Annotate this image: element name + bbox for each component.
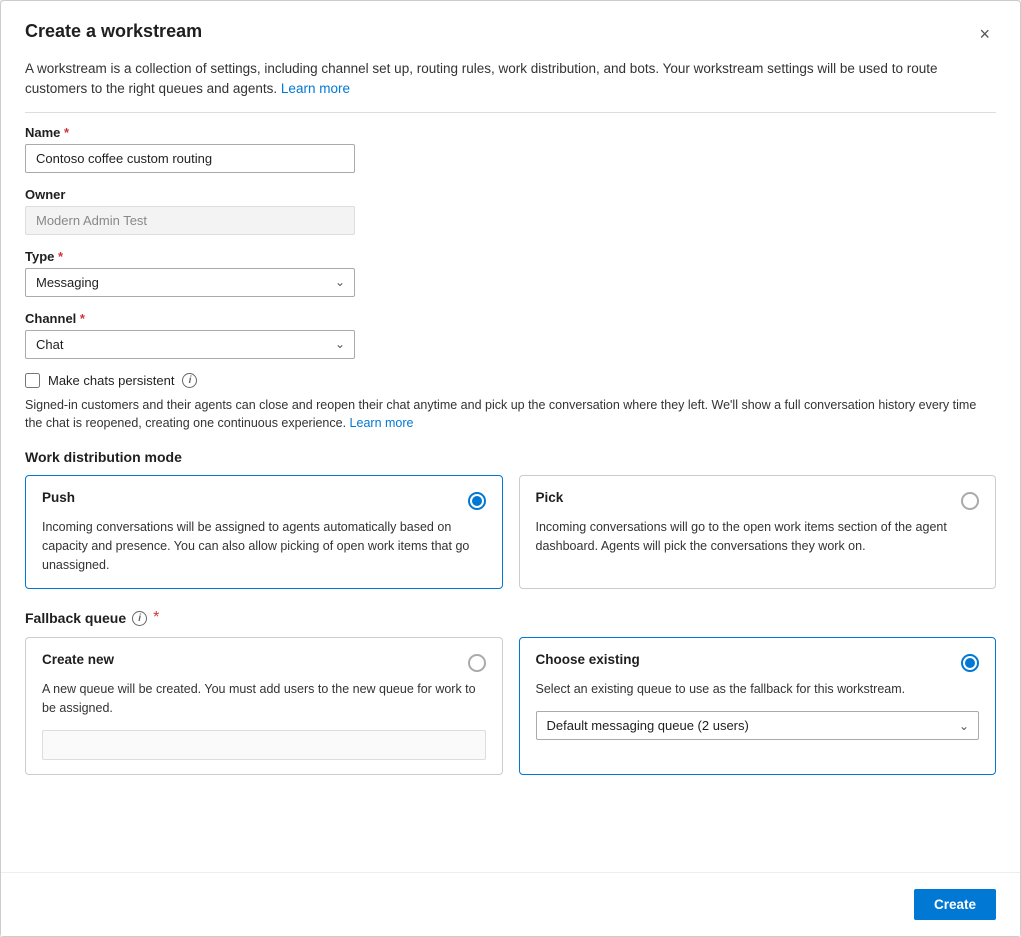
owner-input: Modern Admin Test — [25, 206, 355, 235]
fallback-queue-title: Fallback queue — [25, 610, 126, 626]
create-new-empty-input — [42, 730, 486, 760]
choose-existing-card[interactable]: Choose existing Select an existing queue… — [519, 637, 997, 775]
fallback-label-row: Fallback queue i * — [25, 609, 996, 627]
owner-field-group: Owner Modern Admin Test — [25, 187, 996, 235]
persistent-checkbox-row: Make chats persistent i — [25, 373, 996, 388]
create-new-desc: A new queue will be created. You must ad… — [42, 680, 486, 718]
channel-label: Channel * — [25, 311, 996, 326]
channel-select-wrapper: Chat Email SMS Facebook WhatsApp ⌄ — [25, 330, 355, 359]
queue-select-wrapper: Default messaging queue (2 users) Queue … — [536, 711, 980, 740]
type-select[interactable]: Messaging Voice Digital — [25, 268, 355, 297]
owner-label: Owner — [25, 187, 996, 202]
pick-radio[interactable] — [961, 492, 979, 510]
fallback-cards: Create new A new queue will be created. … — [25, 637, 996, 775]
create-button[interactable]: Create — [914, 889, 996, 920]
create-workstream-dialog: Create a workstream × A workstream is a … — [0, 0, 1021, 937]
dialog-title: Create a workstream — [25, 21, 202, 42]
type-field-group: Type * Messaging Voice Digital ⌄ — [25, 249, 996, 297]
close-button[interactable]: × — [973, 21, 996, 47]
learn-more-link-2[interactable]: Learn more — [350, 416, 414, 430]
queue-select[interactable]: Default messaging queue (2 users) Queue … — [536, 711, 980, 740]
persistent-helper-text: Signed-in customers and their agents can… — [25, 396, 996, 434]
choose-existing-radio[interactable] — [961, 654, 979, 672]
channel-field-group: Channel * Chat Email SMS Facebook WhatsA… — [25, 311, 996, 359]
pick-card[interactable]: Pick Incoming conversations will go to t… — [519, 475, 997, 589]
dialog-footer: Create — [1, 872, 1020, 936]
type-select-wrapper: Messaging Voice Digital ⌄ — [25, 268, 355, 297]
dialog-header: Create a workstream × — [25, 21, 996, 47]
choose-existing-desc: Select an existing queue to use as the f… — [536, 680, 980, 699]
dialog-description: A workstream is a collection of settings… — [25, 59, 996, 100]
choose-existing-card-header: Choose existing — [536, 652, 980, 672]
push-card-title: Push — [42, 490, 75, 505]
fallback-info-icon: i — [132, 611, 147, 626]
pick-card-header: Pick — [536, 490, 980, 510]
persistent-info-icon: i — [182, 373, 197, 388]
channel-select[interactable]: Chat Email SMS Facebook WhatsApp — [25, 330, 355, 359]
create-new-radio[interactable] — [468, 654, 486, 672]
push-card-header: Push — [42, 490, 486, 510]
work-distribution-cards: Push Incoming conversations will be assi… — [25, 475, 996, 589]
push-card-desc: Incoming conversations will be assigned … — [42, 518, 486, 574]
name-field-group: Name * — [25, 125, 996, 173]
create-new-card[interactable]: Create new A new queue will be created. … — [25, 637, 503, 775]
choose-existing-title: Choose existing — [536, 652, 640, 667]
divider-1 — [25, 112, 996, 113]
learn-more-link-1[interactable]: Learn more — [281, 81, 350, 96]
push-radio[interactable] — [468, 492, 486, 510]
create-new-card-header: Create new — [42, 652, 486, 672]
pick-card-title: Pick — [536, 490, 564, 505]
persistent-checkbox[interactable] — [25, 373, 40, 388]
name-label: Name * — [25, 125, 996, 140]
type-label: Type * — [25, 249, 996, 264]
work-distribution-title: Work distribution mode — [25, 449, 996, 465]
name-input[interactable] — [25, 144, 355, 173]
push-card[interactable]: Push Incoming conversations will be assi… — [25, 475, 503, 589]
create-new-title: Create new — [42, 652, 114, 667]
persistent-checkbox-label: Make chats persistent — [48, 373, 174, 388]
pick-card-desc: Incoming conversations will go to the op… — [536, 518, 980, 556]
